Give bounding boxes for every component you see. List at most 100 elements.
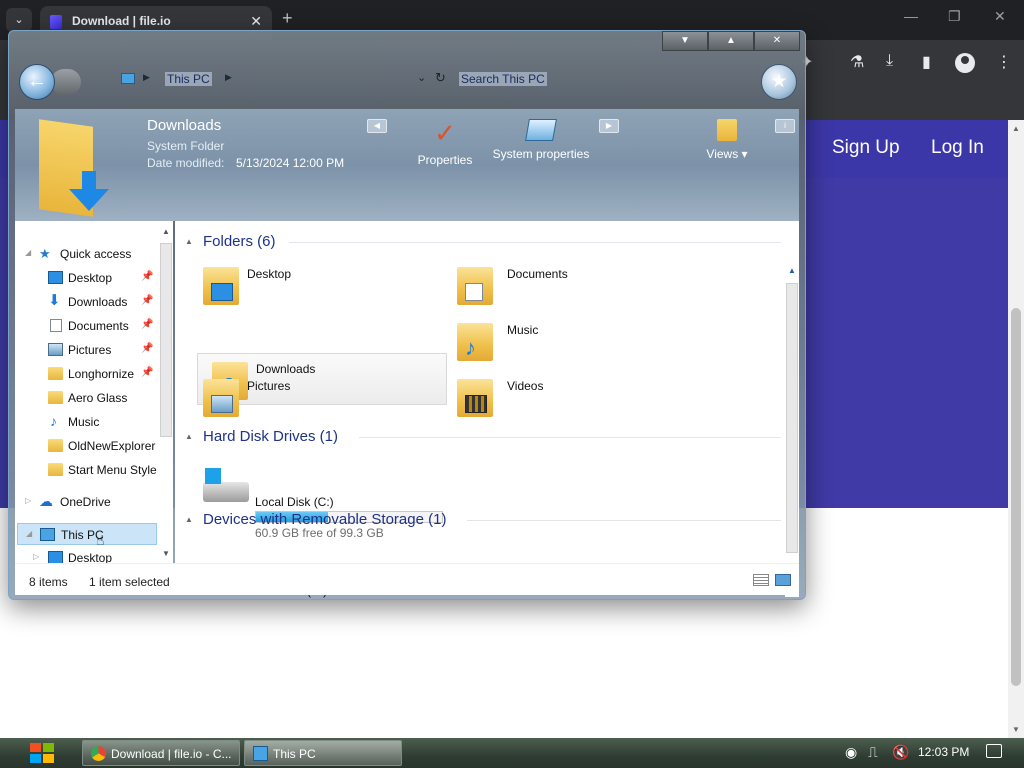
film-icon xyxy=(465,395,487,413)
scroll-down-icon[interactable]: ▼ xyxy=(1012,725,1020,734)
favorites-star-icon[interactable]: ★ xyxy=(761,64,797,100)
content-scrollbar-thumb[interactable] xyxy=(786,283,798,553)
folder-tile-pictures[interactable]: Pictures xyxy=(189,371,437,423)
tab-search-button[interactable]: ⌄ xyxy=(6,8,32,32)
network-icon[interactable]: ⎍ xyxy=(868,744,878,761)
tray-app-icon[interactable]: ◉ xyxy=(845,744,857,761)
properties-button[interactable]: ✓ Properties xyxy=(413,119,477,167)
nav-this-pc[interactable]: ◢ This PC xyxy=(17,523,157,545)
nav-item-aero-glass[interactable]: Aero Glass xyxy=(15,387,173,409)
nav-item-documents[interactable]: Documents 📌 xyxy=(15,315,173,337)
tiles-view-icon[interactable] xyxy=(775,574,791,586)
group-header-hard-disk-drives[interactable]: ▲ Hard Disk Drives (1) xyxy=(185,428,781,450)
nav-scrollbar[interactable]: ▲ ▼ xyxy=(159,223,173,563)
folder-tile-videos[interactable]: Videos xyxy=(443,371,691,423)
page-scrollbar[interactable]: ▲ ▼ xyxy=(1008,120,1024,738)
computer-icon xyxy=(253,746,268,761)
nav-quick-access[interactable]: ◢ ★ Quick access xyxy=(15,243,173,265)
views-button[interactable]: Views ▾ xyxy=(701,119,753,161)
taskbar-button-label: Download | file.io - C... xyxy=(111,747,232,761)
browser-minimize-button[interactable]: — xyxy=(904,8,918,24)
system-properties-button[interactable]: System properties xyxy=(487,119,595,161)
desktop-icon xyxy=(48,271,63,284)
nav-onedrive[interactable]: ▷ ☁ OneDrive xyxy=(15,491,173,513)
details-view-icon[interactable] xyxy=(753,574,769,586)
browser-close-button[interactable]: ✕ xyxy=(994,8,1006,25)
ribbon-scroll-left-icon[interactable]: ◀ xyxy=(367,119,387,133)
sidepanel-icon[interactable]: ▮ xyxy=(922,52,931,72)
taskbar-chrome-button[interactable]: Download | file.io - C... xyxy=(82,740,240,766)
nav-item-pictures[interactable]: Pictures 📌 xyxy=(15,339,173,361)
folder-tile-desktop[interactable]: Desktop xyxy=(189,259,437,311)
address-location[interactable]: This PC xyxy=(165,72,212,86)
tab-close-icon[interactable]: ✕ xyxy=(250,13,262,30)
group-header-removable-storage[interactable]: ▲ Devices with Removable Storage (1) xyxy=(185,511,781,533)
scroll-up-icon[interactable]: ▲ xyxy=(162,227,170,236)
nav-label: Longhornize xyxy=(68,367,135,381)
views-label: Views ▾ xyxy=(706,147,748,161)
folder-tile-music[interactable]: ♪ Music xyxy=(443,315,691,367)
info-icon[interactable]: i xyxy=(775,119,795,133)
volume-muted-icon[interactable]: 🔇 xyxy=(892,744,909,761)
page-scrollbar-thumb[interactable] xyxy=(1011,308,1021,686)
collapse-icon[interactable]: ▲ xyxy=(185,515,193,524)
expand-arrow-icon[interactable]: ▷ xyxy=(25,496,31,505)
back-button[interactable]: ← xyxy=(19,64,55,100)
group-header-label: Folders (6) xyxy=(203,233,276,250)
pin-icon: 📌 xyxy=(141,343,154,354)
scroll-up-icon[interactable]: ▲ xyxy=(1012,124,1020,133)
chevron-right-icon[interactable]: ▶ xyxy=(225,72,232,83)
hard-drive-icon[interactable] xyxy=(203,468,249,502)
nav-scrollbar-thumb[interactable] xyxy=(160,243,172,437)
notification-icon[interactable] xyxy=(986,744,1002,758)
folder-label: Documents xyxy=(507,267,568,281)
flask-icon[interactable]: ⚗ xyxy=(850,52,864,72)
taskbar-button-label: This PC xyxy=(273,747,316,761)
scroll-up-icon[interactable]: ▲ xyxy=(788,266,796,275)
signup-link[interactable]: Sign Up xyxy=(832,137,900,159)
clock[interactable]: 12:03 PM xyxy=(918,745,969,759)
nav-item-longhornize[interactable]: Longhornize 📌 xyxy=(15,363,173,385)
taskbar-explorer-button[interactable]: This PC xyxy=(244,740,402,766)
windows-logo-icon xyxy=(28,741,56,765)
nav-label: Quick access xyxy=(60,247,132,261)
expand-arrow-icon[interactable]: ◢ xyxy=(25,248,31,257)
maximize-button[interactable]: ▲ xyxy=(708,31,754,51)
pin-icon: 📌 xyxy=(141,367,154,378)
nav-item-desktop[interactable]: Desktop 📌 xyxy=(15,267,173,289)
collapse-icon[interactable]: ▲ xyxy=(185,237,193,246)
address-dropdown-icon[interactable]: ⌄ xyxy=(417,71,426,84)
forward-button[interactable] xyxy=(51,69,81,95)
expand-arrow-icon[interactable]: ◢ xyxy=(26,529,32,538)
system-properties-icon xyxy=(525,119,557,141)
pin-icon: 📌 xyxy=(141,295,154,306)
new-tab-button[interactable]: + xyxy=(282,8,293,29)
browser-tab-title: Download | file.io xyxy=(72,14,171,28)
collapse-icon[interactable]: ▲ xyxy=(185,432,193,441)
start-button[interactable] xyxy=(8,738,78,768)
browser-restore-button[interactable]: ❐ xyxy=(948,8,961,25)
nav-item-music[interactable]: ♪ Music xyxy=(15,411,173,433)
folder-tile-documents[interactable]: Documents xyxy=(443,259,691,311)
nav-label: Start Menu Style xyxy=(68,463,157,477)
refresh-icon[interactable]: ↻ xyxy=(435,70,446,86)
nav-item-oldnewexplorer[interactable]: OldNewExplorer xyxy=(15,435,173,457)
account-icon[interactable] xyxy=(955,53,975,73)
search-input[interactable]: Search This PC xyxy=(455,71,585,89)
minimize-button[interactable]: ▼ xyxy=(662,31,708,51)
nav-item-start-menu-style[interactable]: Start Menu Style xyxy=(15,459,173,481)
taskbar: Download | file.io - C... This PC ◉ ⎍ 🔇 … xyxy=(0,738,1024,768)
group-header-folders[interactable]: ▲ Folders (6) xyxy=(185,233,781,255)
nav-item-downloads[interactable]: ⬇ Downloads 📌 xyxy=(15,291,173,313)
expand-arrow-icon[interactable]: ▷ xyxy=(33,552,39,561)
chevron-right-icon[interactable]: ▶ xyxy=(143,72,150,83)
scroll-down-icon[interactable]: ▼ xyxy=(162,549,170,558)
address-bar[interactable]: ▶ This PC ▶ ⌄ ↻ xyxy=(115,67,461,91)
more-icon[interactable]: ⋮ xyxy=(996,52,1012,72)
close-button[interactable]: ✕ xyxy=(754,31,800,51)
login-link[interactable]: Log In xyxy=(931,137,984,159)
content-scrollbar[interactable]: ▲ ▼ xyxy=(785,263,799,597)
download-icon[interactable]: ⤓ xyxy=(886,52,893,70)
ribbon-scroll-right-icon[interactable]: ▶ xyxy=(599,119,619,133)
local-disk-label[interactable]: Local Disk (C:) xyxy=(255,495,334,509)
